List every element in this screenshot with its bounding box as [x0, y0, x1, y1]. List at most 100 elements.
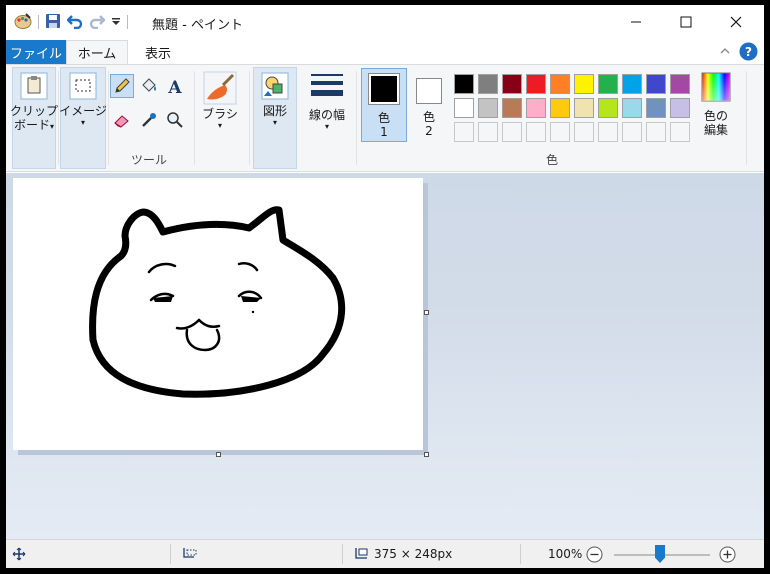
colors-group-label: 色: [546, 153, 559, 167]
quick-access-toolbar: [14, 12, 128, 32]
custom-color-slot[interactable]: [502, 122, 522, 142]
custom-color-slot[interactable]: [670, 122, 690, 142]
group-separator: [746, 71, 747, 165]
palette-swatch[interactable]: [550, 98, 570, 118]
edit-colors-label-1: 色の: [703, 109, 728, 123]
custom-color-slot[interactable]: [622, 122, 642, 142]
size-button[interactable]: 線の幅 ▾: [302, 71, 352, 132]
maximize-button[interactable]: [662, 5, 710, 39]
resize-handle-bottom[interactable]: [216, 452, 221, 457]
image-button[interactable]: イメージ ▾: [59, 71, 107, 128]
custom-color-slot[interactable]: [598, 122, 618, 142]
status-separator: [342, 544, 343, 564]
custom-color-slot[interactable]: [526, 122, 546, 142]
help-icon[interactable]: ?: [739, 42, 758, 64]
fill-bucket-icon: [142, 78, 156, 92]
palette-swatch[interactable]: [670, 98, 690, 118]
custom-color-slot[interactable]: [646, 122, 666, 142]
palette-swatch[interactable]: [646, 74, 666, 94]
resize-handle-corner[interactable]: [424, 452, 429, 457]
fill-tool[interactable]: [137, 74, 161, 98]
palette-swatch[interactable]: [454, 74, 474, 94]
status-separator: [170, 544, 171, 564]
tab-view[interactable]: 表示: [132, 40, 184, 64]
zoom-level: 100%: [548, 547, 583, 561]
save-icon[interactable]: [45, 13, 61, 32]
zoom-in-icon: [719, 546, 736, 563]
edit-colors-label-2: 編集: [703, 123, 728, 137]
brushes-button[interactable]: ブラシ ▾: [198, 71, 242, 131]
redo-icon[interactable]: [89, 13, 106, 32]
palette-swatch[interactable]: [550, 74, 570, 94]
chevron-down-icon: ▾: [80, 118, 85, 127]
tab-file[interactable]: ファイル: [6, 40, 66, 64]
minimize-button[interactable]: [612, 5, 660, 39]
svg-text:?: ?: [745, 45, 752, 59]
customize-qat-icon[interactable]: [111, 15, 121, 30]
custom-color-slot[interactable]: [454, 122, 474, 142]
palette-swatch[interactable]: [598, 98, 618, 118]
clipboard-label-1: クリップ: [10, 104, 59, 118]
palette-swatch[interactable]: [598, 74, 618, 94]
zoom-in-button[interactable]: [719, 546, 736, 566]
chevron-down-icon: ▾: [217, 121, 222, 130]
zoom-out-button[interactable]: [586, 546, 603, 566]
text-tool[interactable]: A: [163, 74, 187, 98]
drawing-canvas[interactable]: [13, 178, 423, 450]
color2-label-2: 2: [425, 124, 433, 138]
color-spectrum-icon: [701, 72, 731, 102]
resize-handle-right[interactable]: [424, 310, 429, 315]
status-bar: 375 × 248px 100%: [6, 539, 764, 568]
color2-swatch: [416, 78, 442, 104]
close-button[interactable]: [712, 5, 760, 39]
selection-size-icon: [183, 548, 197, 558]
custom-color-slot[interactable]: [574, 122, 594, 142]
custom-color-slot[interactable]: [478, 122, 498, 142]
color2-button[interactable]: 色 2: [409, 68, 449, 142]
text-icon: A: [167, 78, 182, 95]
selection-size: [182, 547, 198, 561]
cursor-position: [12, 547, 26, 561]
size-label: 線の幅: [308, 108, 345, 122]
magnifier-icon: [167, 112, 183, 128]
color-picker-tool[interactable]: [137, 108, 161, 132]
palette-swatch[interactable]: [478, 74, 498, 94]
paint-app-icon[interactable]: [14, 12, 32, 33]
canvas-workspace: [6, 173, 764, 539]
qat-separator: [38, 15, 39, 29]
color1-button[interactable]: 色 1: [361, 68, 407, 142]
palette-swatch[interactable]: [526, 74, 546, 94]
palette-swatch[interactable]: [478, 98, 498, 118]
chevron-down-icon: ▾: [272, 118, 277, 127]
status-separator: [520, 544, 521, 564]
tab-home[interactable]: ホーム: [66, 40, 128, 64]
line-width-icon: [311, 74, 343, 96]
palette-swatch[interactable]: [454, 98, 474, 118]
color1-label-2: 1: [380, 125, 388, 139]
zoom-out-icon: [586, 546, 603, 563]
palette-swatch[interactable]: [502, 98, 522, 118]
eraser-tool[interactable]: [110, 108, 134, 132]
group-separator: [249, 71, 250, 165]
magnifier-tool[interactable]: [163, 108, 187, 132]
palette-swatch[interactable]: [574, 98, 594, 118]
pencil-tool[interactable]: [110, 74, 134, 98]
undo-icon[interactable]: [66, 13, 83, 32]
maximize-icon: [680, 16, 692, 28]
shapes-button[interactable]: 図形 ▾: [253, 71, 297, 128]
edit-colors-button[interactable]: 色の 編集: [696, 71, 736, 137]
palette-swatch[interactable]: [622, 74, 642, 94]
clipboard-label-2-row: ボード▾: [14, 118, 54, 132]
palette-swatch[interactable]: [670, 74, 690, 94]
palette-swatch[interactable]: [574, 74, 594, 94]
palette-swatch[interactable]: [526, 98, 546, 118]
tools-group-label: ツール: [131, 153, 168, 167]
palette-swatch[interactable]: [502, 74, 522, 94]
palette-swatch[interactable]: [622, 98, 642, 118]
zoom-slider-thumb[interactable]: [655, 545, 665, 563]
clipboard-button[interactable]: クリップ ボード▾: [10, 71, 59, 132]
collapse-ribbon-icon[interactable]: [719, 45, 731, 59]
palette-swatch[interactable]: [646, 98, 666, 118]
custom-color-slot[interactable]: [550, 122, 570, 142]
clipboard-label-2: ボード: [13, 118, 50, 132]
